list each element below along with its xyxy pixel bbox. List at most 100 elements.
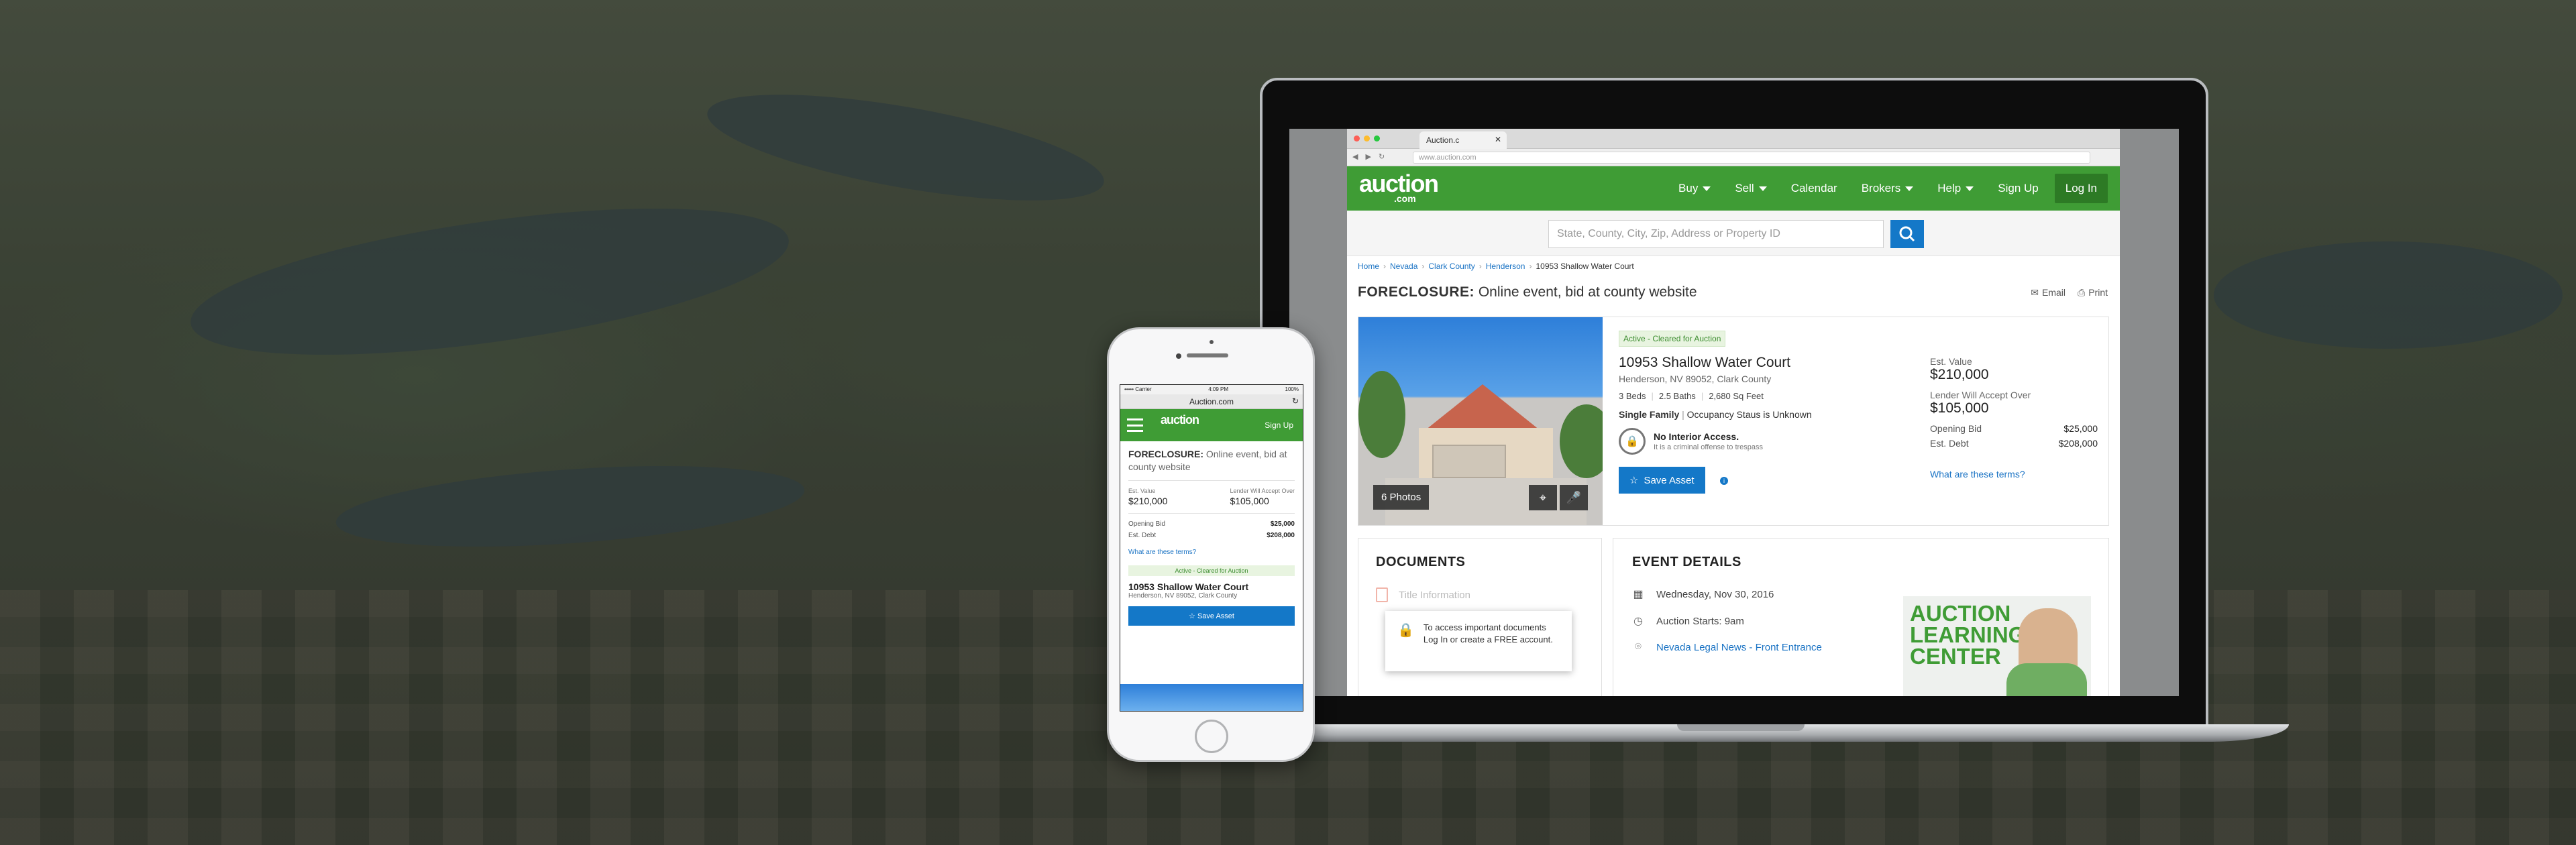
breadcrumb-home[interactable]: Home xyxy=(1358,262,1379,271)
laptop-notch xyxy=(1677,724,1805,731)
maximize-window-icon[interactable] xyxy=(1374,135,1380,142)
search-bar-row: State, County, City, Zip, Address or Pro… xyxy=(1347,211,2120,256)
printer-icon: ⎙ xyxy=(2078,287,2086,298)
photo-tools: ⌖ 🎤 xyxy=(1529,485,1588,510)
clock-icon: ◷ xyxy=(1633,616,1643,627)
phone-home-button[interactable] xyxy=(1195,720,1228,753)
phone-status-bar: ••••• Carrier 4:09 PM 100% xyxy=(1120,385,1303,394)
chevron-down-icon xyxy=(1758,186,1767,191)
logo-suffix: .com xyxy=(1394,193,1416,204)
phone-est-value: $210,000 xyxy=(1128,496,1168,506)
opening-bid: $25,000 xyxy=(2063,423,2098,434)
browser-nav-buttons[interactable]: ◀ ▶ ↻ xyxy=(1352,152,1387,161)
street-view-icon[interactable]: 🎤 xyxy=(1560,485,1588,510)
event-details-title: EVENT DETAILS xyxy=(1632,555,1741,569)
tab-close-icon[interactable]: ✕ xyxy=(1495,135,1501,144)
est-value: $210,000 xyxy=(1930,367,1989,382)
lender-accept-value: $105,000 xyxy=(1930,400,1989,416)
phone-status-badge: Active - Cleared for Auction xyxy=(1128,565,1295,576)
phone-device: ••••• Carrier 4:09 PM 100% Auction.com ↻ a… xyxy=(1107,327,1315,762)
lock-icon: 🔒 xyxy=(1619,428,1646,455)
property-address: 10953 Shallow Water Court xyxy=(1619,355,1791,370)
reload-icon[interactable]: ↻ xyxy=(1292,396,1299,406)
search-input[interactable]: State, County, City, Zip, Address or Pro… xyxy=(1548,220,1884,248)
star-icon: ☆ xyxy=(1189,612,1195,620)
chevron-down-icon xyxy=(1703,186,1711,191)
calendar-icon: ▦ xyxy=(1633,589,1644,600)
photos-count-button[interactable]: 6 Photos xyxy=(1373,485,1430,510)
phone-property-city: Henderson, NV 89052, Clark County xyxy=(1128,592,1238,600)
status-badge: Active - Cleared for Auction xyxy=(1619,331,1726,347)
phone-lender-value: $105,000 xyxy=(1230,496,1269,506)
property-details: Active - Cleared for Auction 10953 Shall… xyxy=(1619,331,1812,494)
share-actions: ✉ Email ⎙ Print xyxy=(2031,287,2108,298)
terms-link[interactable]: What are these terms? xyxy=(1930,469,2098,480)
close-window-icon[interactable] xyxy=(1354,135,1360,142)
window-controls xyxy=(1354,135,1380,142)
phone-speaker xyxy=(1187,353,1228,357)
pdf-icon xyxy=(1376,587,1388,602)
learning-center-banner[interactable]: AUCTION LEARNING CENTER xyxy=(1903,596,2091,696)
property-specs: 3 Beds | 2.5 Baths | 2,680 Sq Feet xyxy=(1619,391,1764,401)
chevron-down-icon xyxy=(1966,186,1974,191)
chevron-down-icon xyxy=(1905,186,1914,191)
menu-sign-up[interactable]: Sign Up xyxy=(1986,182,2050,195)
phone-page-title: FORECLOSURE: Online event, bid at county… xyxy=(1128,449,1287,472)
search-button[interactable] xyxy=(1890,220,1924,248)
map-pin-icon[interactable]: ⌖ xyxy=(1529,485,1557,510)
est-debt: $208,000 xyxy=(2058,438,2098,449)
minimize-window-icon[interactable] xyxy=(1364,135,1370,142)
breadcrumb-city[interactable]: Henderson xyxy=(1486,262,1525,271)
breadcrumb-current: 10953 Shallow Water Court xyxy=(1536,262,1634,271)
menu-sell[interactable]: Sell xyxy=(1723,182,1778,195)
browser-toolbar: ◀ ▶ ↻ www.auction.com xyxy=(1347,149,2120,166)
email-link[interactable]: ✉ Email xyxy=(2031,287,2065,298)
document-item[interactable]: Title Information xyxy=(1376,587,1584,602)
no-interior-access: 🔒 No Interior Access. It is a criminal o… xyxy=(1619,428,1812,455)
property-values: Est. Value $210,000 Lender Will Accept O… xyxy=(1930,356,2098,480)
phone-terms-link[interactable]: What are these terms? xyxy=(1128,549,1295,556)
star-icon: ☆ xyxy=(1629,475,1639,486)
login-button[interactable]: Log In xyxy=(2054,174,2108,203)
login-required-popup: 🔒 To access important documents Log In o… xyxy=(1385,611,1572,671)
info-icon[interactable]: i xyxy=(1719,476,1728,485)
phone-property-address: 10953 Shallow Water Court xyxy=(1128,581,1249,592)
browser-tab-strip: Auction.c ✕ xyxy=(1347,129,2120,149)
breadcrumb-county[interactable]: Clark County xyxy=(1428,262,1474,271)
property-photo[interactable]: 6 Photos ⌖ 🎤 xyxy=(1358,317,1603,525)
breadcrumb: Home › Nevada › Clark County › Henderson… xyxy=(1358,262,1634,271)
phone-property-photo[interactable] xyxy=(1120,684,1303,711)
phone-sign-up[interactable]: Sign Up xyxy=(1265,420,1293,430)
phone-site-header: auction Sign Up xyxy=(1120,409,1303,441)
lock-icon: 🔒 xyxy=(1397,623,1414,638)
documents-panel: DOCUMENTS Title Information 🔒 To access … xyxy=(1358,538,1602,696)
phone-address-bar[interactable]: Auction.com ↻ xyxy=(1120,394,1303,409)
breadcrumb-state[interactable]: Nevada xyxy=(1390,262,1417,271)
event-location-link[interactable]: Nevada Legal News - Front Entrance xyxy=(1656,642,1822,653)
property-card: 6 Photos ⌖ 🎤 Active - Cleared for Auctio… xyxy=(1358,317,2109,526)
property-city: Henderson, NV 89052, Clark County xyxy=(1619,374,1772,384)
phone-auction-logo[interactable]: auction xyxy=(1161,413,1199,427)
menu-buy[interactable]: Buy xyxy=(1666,182,1723,195)
envelope-icon: ✉ xyxy=(2031,287,2039,298)
menu-help[interactable]: Help xyxy=(1925,182,1986,195)
save-asset-button[interactable]: ☆ Save Asset xyxy=(1619,467,1705,494)
print-link[interactable]: ⎙ Print xyxy=(2078,287,2108,298)
search-icon xyxy=(1899,226,1915,242)
site-header: auction .com Buy Sell Calendar Brokers H… xyxy=(1347,166,2120,211)
documents-title: DOCUMENTS xyxy=(1376,555,1466,569)
address-bar[interactable]: www.auction.com xyxy=(1413,152,2090,164)
hamburger-menu-icon[interactable] xyxy=(1127,418,1143,432)
menu-calendar[interactable]: Calendar xyxy=(1779,182,1849,195)
phone-screen: ••••• Carrier 4:09 PM 100% Auction.com ↻ a… xyxy=(1120,384,1303,712)
menu-brokers[interactable]: Brokers xyxy=(1849,182,1926,195)
page-title: FORECLOSURE: Online event, bid at county… xyxy=(1358,284,1697,300)
location-pin-icon: ⌾ xyxy=(1635,641,1642,653)
browser-tab[interactable]: Auction.c ✕ xyxy=(1419,131,1507,149)
main-menu: Buy Sell Calendar Brokers Help Sign Up L… xyxy=(1666,166,2108,211)
property-type: Single Family | Occupancy Staus is Unkno… xyxy=(1619,409,1812,420)
phone-save-asset-button[interactable]: ☆ Save Asset xyxy=(1128,606,1295,626)
event-details-panel: EVENT DETAILS ▦ Wednesday, Nov 30, 2016 ◷… xyxy=(1613,538,2109,696)
browser-window: Auction.c ✕ ◀ ▶ ↻ www.auction.com auctio… xyxy=(1347,129,2120,696)
auction-logo[interactable]: auction xyxy=(1359,172,1439,196)
